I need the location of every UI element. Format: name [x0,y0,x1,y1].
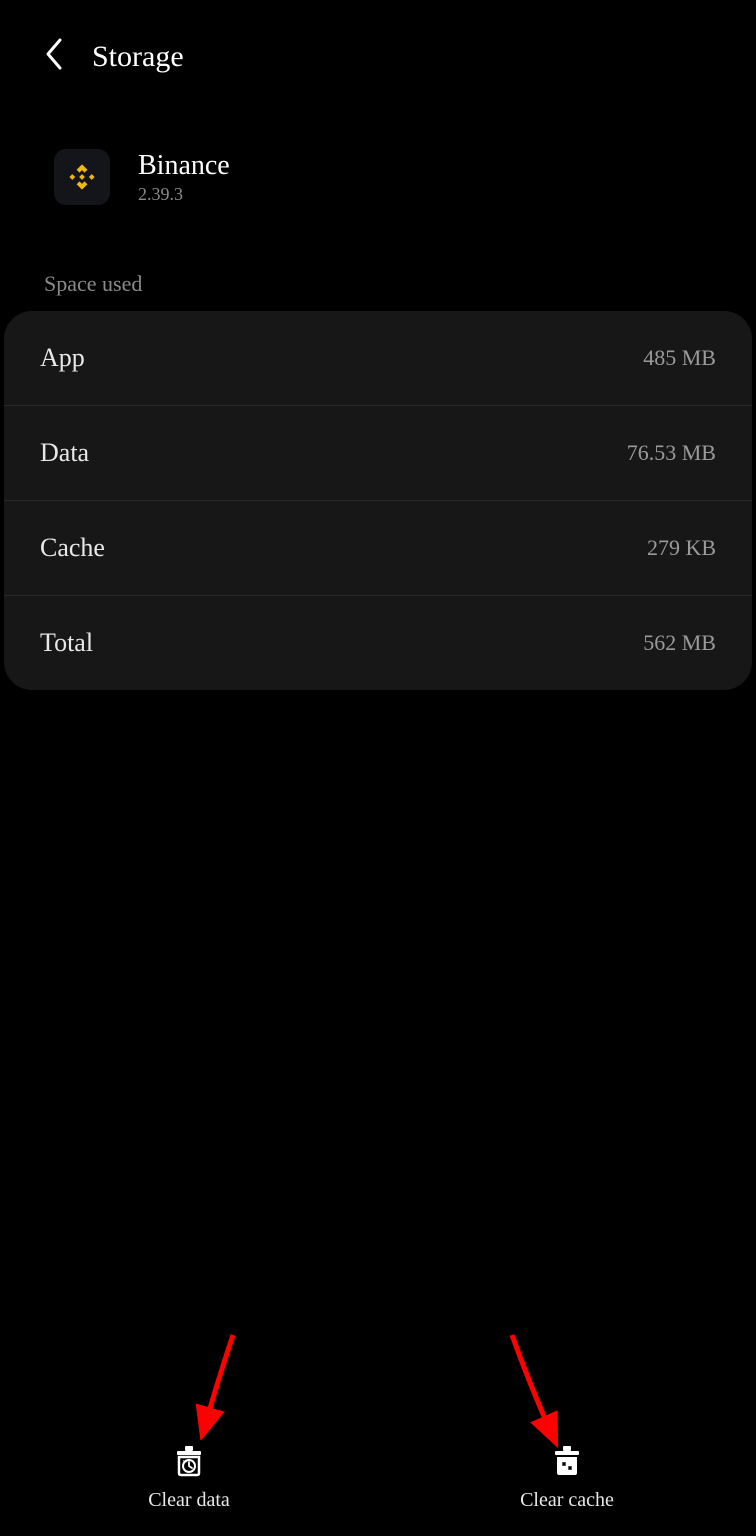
clear-data-icon [171,1443,207,1479]
row-label: Data [40,438,89,468]
row-value: 485 MB [643,345,716,371]
app-version: 2.39.3 [138,184,230,205]
storage-row-total: Total 562 MB [4,596,752,690]
storage-card: App 485 MB Data 76.53 MB Cache 279 KB To… [4,311,752,690]
app-name: Binance [138,150,230,182]
page-title: Storage [92,40,184,74]
storage-row-cache: Cache 279 KB [4,501,752,596]
row-value: 76.53 MB [627,440,716,466]
header: Storage [0,0,756,113]
storage-row-data: Data 76.53 MB [4,406,752,501]
row-label: App [40,343,85,373]
clear-data-button[interactable]: Clear data [0,1443,378,1512]
bottom-actions: Clear data Clear cache [0,1423,756,1536]
row-value: 279 KB [647,535,716,561]
row-label: Cache [40,533,105,563]
back-icon[interactable] [42,36,64,77]
section-header: Space used [0,241,756,311]
action-label: Clear cache [520,1489,614,1512]
binance-app-icon [54,149,110,205]
storage-row-app: App 485 MB [4,311,752,406]
row-label: Total [40,628,93,658]
app-details: Binance 2.39.3 [138,150,230,205]
clear-cache-icon [549,1443,585,1479]
row-value: 562 MB [643,630,716,656]
action-label: Clear data [148,1489,230,1512]
clear-cache-button[interactable]: Clear cache [378,1443,756,1512]
app-info: Binance 2.39.3 [0,113,756,241]
